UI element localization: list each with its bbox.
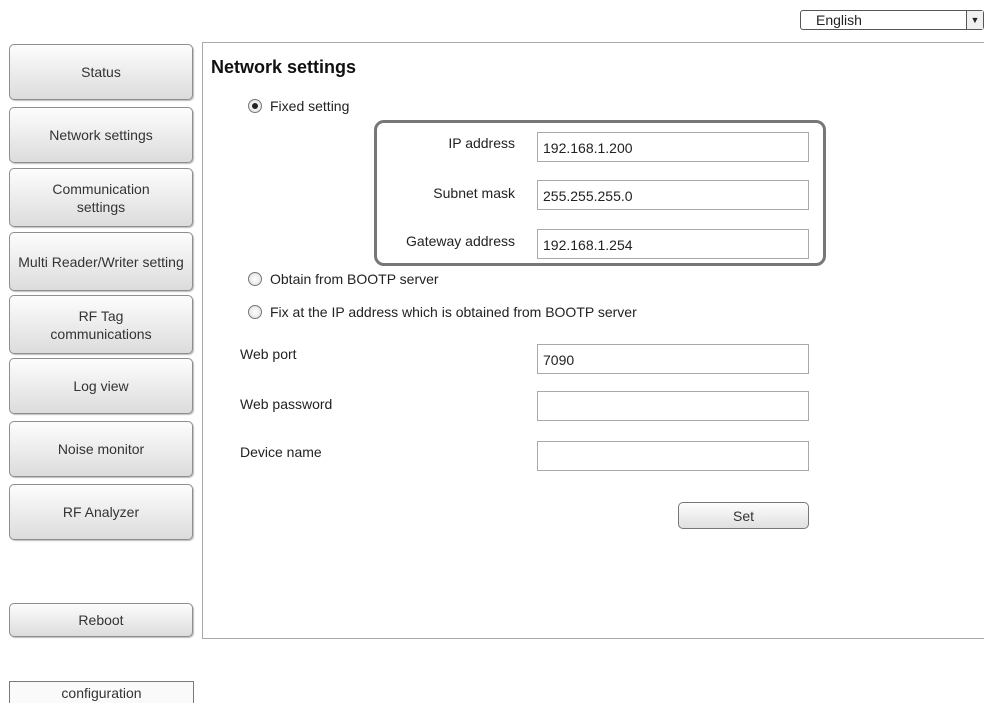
subnet-mask-label: Subnet mask bbox=[433, 185, 515, 201]
web-port-label: Web port bbox=[240, 346, 297, 362]
configuration-button[interactable]: configuration bbox=[9, 681, 194, 703]
sidebar-item-label: Noise monitor bbox=[57, 441, 145, 457]
sidebar-item-label: Status bbox=[81, 64, 121, 80]
sidebar-item-label: Log view bbox=[73, 378, 129, 394]
sidebar: Status Network settings Communication se… bbox=[0, 0, 202, 702]
language-select[interactable]: English ▼ bbox=[800, 10, 984, 30]
gateway-address-field[interactable]: 192.168.1.254 bbox=[537, 229, 809, 259]
ip-address-field[interactable]: 192.168.1.200 bbox=[537, 132, 809, 162]
sidebar-item-rf-analyzer[interactable]: RF Analyzer bbox=[9, 484, 193, 540]
sidebar-item-network-settings[interactable]: Network settings bbox=[9, 107, 193, 163]
configuration-label: configuration bbox=[61, 684, 142, 701]
fix-bootp-radio[interactable] bbox=[248, 305, 262, 319]
ip-address-label: IP address bbox=[448, 135, 515, 151]
web-password-label: Web password bbox=[240, 396, 333, 412]
bootp-label: Obtain from BOOTP server bbox=[270, 271, 439, 287]
sidebar-item-status[interactable]: Status bbox=[9, 44, 193, 100]
sidebar-item-communication-settings[interactable]: Communication settings bbox=[9, 168, 193, 227]
fix-bootp-option[interactable]: Fix at the IP address which is obtained … bbox=[248, 304, 637, 320]
sidebar-item-rf-tag-communications[interactable]: RF Tag communications bbox=[9, 295, 193, 354]
sidebar-item-label: Multi Reader/Writer setting bbox=[18, 253, 184, 270]
network-settings-panel: Network settings Fixed setting IP addres… bbox=[202, 42, 984, 639]
reboot-label: Reboot bbox=[78, 612, 124, 628]
fixed-setting-label: Fixed setting bbox=[270, 98, 350, 114]
device-name-field[interactable] bbox=[537, 441, 809, 471]
fix-bootp-label: Fix at the IP address which is obtained … bbox=[270, 304, 637, 320]
bootp-radio[interactable] bbox=[248, 272, 262, 286]
language-select-value: English bbox=[816, 12, 862, 28]
sidebar-item-label: RF Tag communications bbox=[50, 307, 152, 342]
sidebar-item-label: Communication settings bbox=[52, 180, 150, 215]
fixed-setting-option[interactable]: Fixed setting bbox=[248, 98, 349, 114]
device-name-label: Device name bbox=[240, 444, 322, 460]
page-title: Network settings bbox=[211, 57, 357, 77]
dropdown-arrow-icon[interactable]: ▼ bbox=[966, 11, 983, 29]
sidebar-item-multi-reader-writer[interactable]: Multi Reader/Writer setting bbox=[9, 232, 193, 291]
reboot-button[interactable]: Reboot bbox=[9, 603, 193, 637]
sidebar-item-label: Network settings bbox=[49, 127, 153, 143]
web-password-field[interactable] bbox=[537, 391, 809, 421]
subnet-mask-field[interactable]: 255.255.255.0 bbox=[537, 180, 809, 210]
gateway-address-label: Gateway address bbox=[406, 233, 515, 249]
web-port-field[interactable]: 7090 bbox=[537, 344, 809, 374]
sidebar-item-noise-monitor[interactable]: Noise monitor bbox=[9, 421, 193, 477]
set-button-label: Set bbox=[732, 507, 754, 524]
sidebar-item-log-view[interactable]: Log view bbox=[9, 358, 193, 414]
fixed-setting-radio[interactable] bbox=[248, 99, 262, 113]
sidebar-item-label: RF Analyzer bbox=[62, 504, 140, 520]
set-button[interactable]: Set bbox=[678, 502, 809, 529]
bootp-option[interactable]: Obtain from BOOTP server bbox=[248, 271, 439, 287]
